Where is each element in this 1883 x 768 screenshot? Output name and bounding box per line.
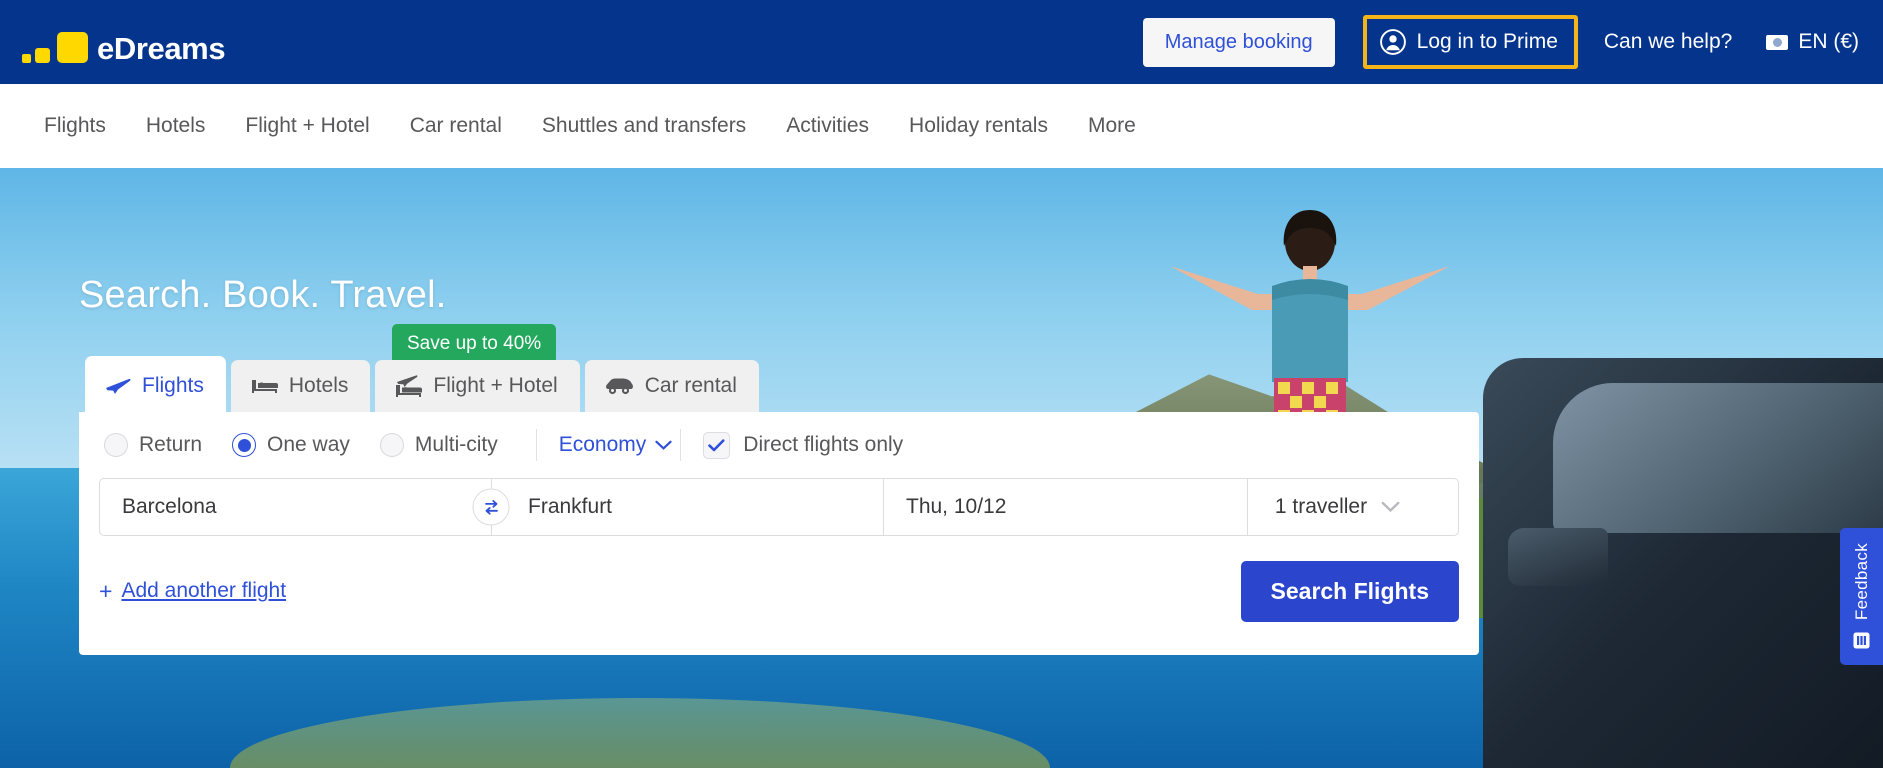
user-icon: [1379, 29, 1406, 55]
direct-flights-checkbox[interactable]: Direct flights only: [703, 431, 904, 459]
bed-icon: [251, 380, 278, 393]
top-header: eDreams Manage booking Log in to Prime C…: [0, 0, 1883, 84]
car-icon: [605, 378, 633, 395]
language-selector[interactable]: EN (€): [1766, 30, 1859, 54]
destination-input[interactable]: Frankfurt: [491, 479, 883, 535]
nav-item-activities[interactable]: Activities: [766, 114, 889, 138]
main-nav: Flights Hotels Flight + Hotel Car rental…: [0, 84, 1883, 168]
nav-item-holiday-rentals[interactable]: Holiday rentals: [889, 114, 1068, 138]
tab-hotels-label: Hotels: [288, 374, 349, 397]
hero-title: Search. Book. Travel.: [79, 274, 447, 316]
search-fields-row: Barcelona Frankfurt Thu, 10/12 1 travell…: [99, 478, 1459, 536]
feedback-icon: [1853, 632, 1870, 649]
search-flights-button[interactable]: Search Flights: [1240, 560, 1459, 622]
departure-date-input[interactable]: Thu, 10/12: [883, 479, 1247, 535]
panel-footer: + Add another flight Search Flights: [79, 560, 1479, 622]
swap-airports-button[interactable]: [472, 488, 510, 526]
add-another-flight-label: Add another flight: [121, 579, 287, 602]
nav-item-flight-hotel[interactable]: Flight + Hotel: [225, 114, 389, 138]
search-widget-tabs: Flights Hotels Flight + Hotel Car rental: [85, 356, 764, 412]
tab-flights[interactable]: Flights: [85, 356, 226, 412]
divider: [535, 429, 537, 461]
add-another-flight-button[interactable]: + Add another flight: [99, 578, 286, 605]
destination-value: Frankfurt: [528, 495, 613, 518]
travellers-value: 1 traveller: [1274, 495, 1368, 518]
departure-date-value: Thu, 10/12: [906, 495, 1007, 518]
chevron-down-icon: [655, 440, 672, 450]
direct-flights-checkbox-box: [703, 431, 731, 459]
radio-one-way-circle: [232, 433, 257, 457]
hero-section: Search. Book. Travel. Save up to 40% Fli…: [0, 168, 1883, 768]
page-root: eDreams Manage booking Log in to Prime C…: [0, 0, 1883, 768]
login-prime-label: Log in to Prime: [1416, 30, 1558, 53]
tab-car-rental[interactable]: Car rental: [584, 360, 759, 412]
tab-flight-hotel[interactable]: Flight + Hotel: [375, 360, 580, 412]
cabin-class-dropdown[interactable]: Economy: [559, 433, 673, 457]
edreams-logo[interactable]: eDreams: [22, 19, 226, 66]
origin-value: Barcelona: [122, 495, 217, 518]
radio-return-label: Return: [139, 433, 203, 456]
tab-flight-hotel-label: Flight + Hotel: [433, 374, 558, 397]
tab-hotels[interactable]: Hotels: [230, 360, 371, 412]
flag-icon: [1766, 34, 1789, 50]
help-link[interactable]: Can we help?: [1604, 30, 1732, 54]
radio-multi-city-label: Multi-city: [414, 433, 498, 456]
feedback-label: Feedback: [1851, 543, 1871, 621]
nav-item-car-rental[interactable]: Car rental: [390, 114, 522, 138]
radio-one-way[interactable]: One way: [232, 433, 350, 457]
check-icon: [708, 438, 725, 451]
divider: [680, 429, 682, 461]
tab-flights-label: Flights: [142, 373, 204, 397]
plus-icon: +: [99, 577, 113, 604]
nav-item-hotels[interactable]: Hotels: [126, 114, 226, 138]
radio-multi-city[interactable]: Multi-city: [379, 433, 498, 457]
trip-options-row: Return One way Multi-city Economy Direct…: [79, 412, 1479, 478]
radio-multi-city-circle: [379, 433, 404, 457]
nav-item-more[interactable]: More: [1068, 114, 1156, 138]
manage-booking-button[interactable]: Manage booking: [1142, 17, 1335, 67]
travellers-selector[interactable]: 1 traveller: [1247, 479, 1427, 535]
cabin-class-label: Economy: [558, 433, 647, 456]
radio-return[interactable]: Return: [104, 433, 202, 457]
tab-car-rental-label: Car rental: [644, 374, 737, 397]
chevron-down-icon: [1381, 501, 1400, 513]
swap-icon: [484, 499, 498, 515]
nav-item-flights[interactable]: Flights: [24, 114, 126, 138]
plane-icon: [106, 378, 131, 394]
flight-search-panel: Return One way Multi-city Economy Direct…: [79, 412, 1479, 655]
radio-one-way-label: One way: [267, 433, 350, 456]
radio-return-circle: [104, 433, 128, 457]
language-label: EN (€): [1798, 30, 1859, 53]
feedback-tab[interactable]: Feedback: [1840, 528, 1883, 665]
logo-text: eDreams: [97, 31, 226, 66]
logo-squares-icon: [22, 32, 88, 63]
origin-input[interactable]: Barcelona: [100, 479, 491, 535]
header-actions: Manage booking Log in to Prime Can we he…: [1142, 15, 1859, 69]
direct-flights-label: Direct flights only: [743, 433, 904, 456]
login-prime-button[interactable]: Log in to Prime: [1362, 15, 1578, 69]
nav-item-shuttles[interactable]: Shuttles and transfers: [522, 114, 766, 138]
plane-bed-icon: [396, 375, 423, 397]
